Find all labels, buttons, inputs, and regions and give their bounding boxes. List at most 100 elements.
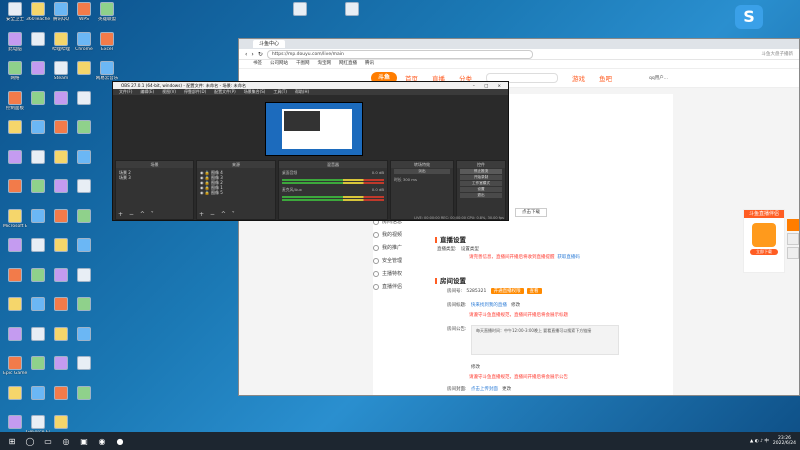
s-app-icon[interactable]: S [735, 5, 763, 29]
obs-menu-item[interactable]: 停靠部件(D) [184, 89, 206, 95]
desktop-icon[interactable]: Chrome [72, 31, 96, 60]
desktop-icon[interactable] [72, 208, 96, 237]
room-name-edit[interactable]: 修改 [511, 303, 520, 308]
search-icon[interactable]: ◯ [24, 435, 36, 447]
desktop-icon[interactable] [26, 208, 50, 237]
bookmark-item[interactable]: 淘宝网 [318, 60, 332, 68]
bookmark-item[interactable]: 书签 [253, 60, 262, 68]
desktop-icon[interactable] [3, 120, 27, 148]
promo-card[interactable]: 斗鱼直播伴侣 立即下载 [743, 209, 785, 273]
obs-menu-item[interactable]: 工具(T) [273, 89, 287, 95]
get-live-code-link[interactable]: 获取直播码 [557, 255, 580, 260]
obs-control-button[interactable]: 工作室模式 [460, 181, 502, 186]
desktop-icon[interactable]: Microsoft Edge [3, 208, 27, 237]
transition-select[interactable]: 淡出 [394, 169, 450, 174]
desktop-icon[interactable]: Excel [95, 31, 119, 60]
desktop-icon[interactable] [3, 149, 27, 178]
qq-icon[interactable]: ◉ [96, 435, 108, 447]
desktop-icon[interactable] [49, 149, 73, 178]
obs-icon[interactable]: ● [114, 435, 126, 447]
desktop-icon[interactable]: 安全卫士 [3, 2, 27, 30]
desktop-icon[interactable]: Steam [49, 61, 73, 89]
nav-fishbar[interactable]: 鱼吧 [599, 73, 612, 83]
room-view-button[interactable]: 查看 [526, 288, 542, 294]
desktop-icon[interactable]: 哔哩哔哩 [49, 31, 73, 60]
notice-edit[interactable]: 修改 [471, 364, 480, 370]
desktop-icon[interactable] [49, 385, 73, 414]
obs-menu-item[interactable]: 文件(F) [119, 89, 132, 95]
desktop-icon[interactable]: 此电脑 [3, 31, 27, 60]
desktop-icon[interactable] [49, 208, 73, 237]
bookmark-item[interactable]: 千图网 [296, 60, 310, 68]
desktop-icon[interactable]: 英雄联盟 [95, 2, 119, 30]
side-menu-item[interactable]: 安全管理 [373, 254, 431, 267]
desktop-icon[interactable] [3, 297, 27, 325]
obs-menu-item[interactable]: 帮助(H) [295, 89, 309, 95]
scenes-toolbar[interactable]: + − ^ ˅ [118, 211, 156, 218]
desktop-icon[interactable] [26, 385, 50, 414]
desktop-icon[interactable] [26, 90, 50, 119]
desktop-icon[interactable]: WPS [72, 2, 96, 30]
desktop-file-icon[interactable] [288, 2, 312, 30]
bookmark-item[interactable]: 公司网站 [270, 60, 288, 68]
desktop-icon[interactable] [49, 90, 73, 119]
nav-game[interactable]: 游戏 [572, 73, 585, 83]
clock[interactable]: 23:26 2022/6/24 [773, 436, 796, 446]
desktop-icon[interactable] [72, 90, 96, 119]
desktop-icon[interactable] [72, 356, 96, 384]
source-item[interactable]: ◉ 🔒 图像 5 [200, 190, 272, 195]
tray-icons[interactable]: ▲ ◐ ♪ 中 [750, 438, 769, 444]
obs-control-button[interactable]: 停止推流 [460, 169, 502, 174]
desktop-icon[interactable] [49, 267, 73, 296]
desktop-icon[interactable] [26, 120, 50, 148]
desktop-icon[interactable] [3, 267, 27, 296]
obs-control-button[interactable]: 设置 [460, 187, 502, 192]
room-notice-box[interactable]: 每天直播时间：中午12:00-3:00晚上 要看直播可以搜索下方链接 [471, 325, 619, 355]
browser-icon[interactable]: ◎ [60, 435, 72, 447]
desktop-icon[interactable] [49, 326, 73, 355]
side-tool-icon[interactable] [787, 219, 799, 231]
side-menu-item[interactable]: 直播伴侣 [373, 280, 431, 293]
desktop-icon[interactable] [49, 297, 73, 325]
desktop-icon[interactable]: 360Teacher [26, 2, 50, 30]
back-icon[interactable]: ‹ [245, 51, 247, 58]
desktop-file-icon[interactable] [340, 2, 364, 30]
obs-control-button[interactable]: 开始录制 [460, 175, 502, 180]
obs-control-button[interactable]: 退出 [460, 193, 502, 198]
side-menu-item[interactable]: 我的视频 [373, 228, 431, 241]
desktop-icon[interactable] [26, 267, 50, 296]
obs-menu-item[interactable]: 编辑(E) [140, 89, 154, 95]
obs-menu-item[interactable]: 视图(V) [162, 89, 176, 95]
desktop-icon[interactable] [26, 149, 50, 178]
desktop-icon[interactable]: 控制面板 [3, 90, 27, 119]
side-menu-item[interactable]: 我的推广 [373, 241, 431, 254]
desktop-icon[interactable] [3, 326, 27, 355]
desktop-icon[interactable]: 腾讯QQ [49, 2, 73, 30]
obs-menu-item[interactable]: 配置文件(P) [214, 89, 236, 95]
room-permission-button[interactable]: 开通直播权限 [490, 288, 524, 294]
desktop-icon[interactable] [26, 31, 50, 60]
desktop-icon[interactable] [26, 326, 50, 355]
side-menu-item[interactable]: 主播特权 [373, 267, 431, 280]
desktop-icon[interactable] [49, 179, 73, 207]
desktop-icon[interactable] [49, 238, 73, 266]
desktop-icon[interactable] [3, 179, 27, 207]
desktop-icon[interactable] [72, 179, 96, 207]
task-view-icon[interactable]: ▭ [42, 435, 54, 447]
cover-change-button[interactable]: 更改 [502, 387, 511, 392]
promo-download-button[interactable]: 立即下载 [750, 249, 778, 255]
desktop-icon[interactable] [72, 149, 96, 178]
desktop-icon[interactable] [72, 238, 96, 266]
bookmark-item[interactable]: 腾讯 [365, 60, 374, 68]
scene-item[interactable]: 场景 3 [119, 175, 190, 180]
transition-duration[interactable]: 时长 300 ms [391, 175, 453, 185]
user-name[interactable]: qq用户... [649, 75, 668, 81]
folder-icon[interactable]: ▣ [78, 435, 90, 447]
desktop-icon[interactable] [26, 61, 50, 89]
obs-preview[interactable] [265, 102, 363, 156]
desktop-icon[interactable] [72, 267, 96, 296]
browser-search-box[interactable]: 斗鱼大盘子播新 [762, 51, 794, 57]
desktop-icon[interactable] [72, 61, 96, 89]
upload-cover-link[interactable]: 点击上传封面 [471, 387, 498, 392]
desktop-icon[interactable] [26, 356, 50, 384]
